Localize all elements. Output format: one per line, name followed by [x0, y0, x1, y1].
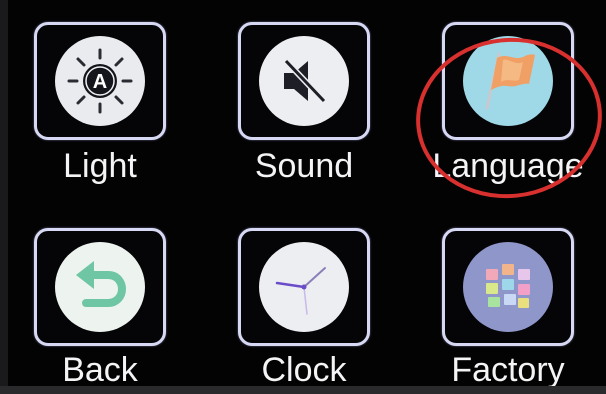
brightness-icon: A	[55, 36, 145, 126]
back-tile[interactable]	[34, 228, 166, 346]
language-label: Language	[432, 147, 584, 185]
light-label: Light	[63, 147, 137, 185]
sound-tile[interactable]	[238, 22, 370, 140]
factory-tile[interactable]	[442, 228, 574, 346]
flag-icon	[463, 36, 553, 126]
clock-icon	[259, 242, 349, 332]
back-arrow-icon	[55, 242, 145, 332]
svg-text:A: A	[93, 71, 107, 93]
mute-speaker-icon	[259, 36, 349, 126]
clock-tile[interactable]	[238, 228, 370, 346]
factory-label: Factory	[451, 351, 565, 389]
language-tile[interactable]	[442, 22, 574, 140]
settings-menu-screen: A Light Sound Language Back Clock Factor…	[0, 0, 606, 394]
clock-label: Clock	[261, 351, 347, 389]
sound-label: Sound	[254, 147, 354, 185]
bezel-left	[0, 0, 8, 394]
bezel-bottom	[0, 386, 606, 394]
light-tile[interactable]: A	[34, 22, 166, 140]
back-label: Back	[62, 351, 138, 389]
app-grid-icon	[463, 242, 553, 332]
